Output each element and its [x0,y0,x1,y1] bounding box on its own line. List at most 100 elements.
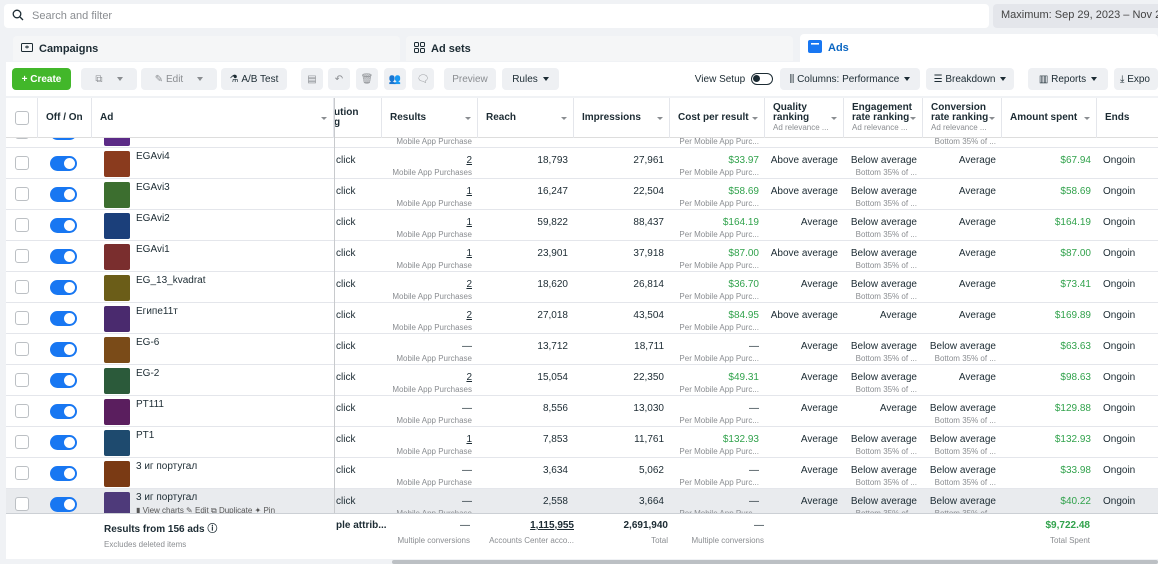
tab-adsets[interactable]: Ad sets [406,36,793,61]
delete-button[interactable]: 🗑 [356,68,378,90]
table-row[interactable]: PT1 click 1 Mobile App Purchase 7,853 11,761 $… [6,427,1158,458]
ad-name-cell[interactable]: EG-2 [104,365,334,396]
ad-name-cell[interactable]: EGAvi2 [104,210,334,241]
row-select[interactable] [6,489,38,513]
row-select[interactable] [6,458,38,489]
ad-name-cell[interactable]: 3 иг португал ▮ View charts ✎ Edit ⧉ Dupl… [104,489,334,513]
clipboard-button[interactable]: ▤ [301,68,323,90]
ab-test-button[interactable]: ⚗ A/B Test [221,68,287,90]
row-select[interactable] [6,148,38,179]
row-toggle[interactable] [38,334,92,365]
row-toggle[interactable] [38,489,92,513]
ad-name-cell[interactable]: EG-6 [104,334,334,365]
edit-link[interactable]: Edit [195,506,209,513]
ad-name[interactable]: Египе11т [136,306,178,317]
table-row[interactable]: EG_13_kvadrat click 2 Mobile App Purchases 1… [6,272,1158,303]
ad-name[interactable]: EGAvi3 [136,182,170,193]
audience-button[interactable]: 👥 [384,68,406,90]
col-engagement-ranking[interactable]: Engagement rate ranking Ad relevance ... [844,98,923,138]
col-conversion-ranking[interactable]: Conversion rate ranking Ad relevance ... [923,98,1002,138]
row-toggle[interactable] [38,210,92,241]
ad-name-cell[interactable]: PT111 [104,396,334,427]
comment-button[interactable]: 🗨 [412,68,434,90]
table-row[interactable]: EGAvi3 click 1 Mobile App Purchase 16,247 22,… [6,179,1158,210]
tab-ads[interactable]: Ads [800,34,1158,62]
horizontal-scrollbar[interactable] [392,560,1158,564]
date-range-picker[interactable]: Maximum: Sep 29, 2023 – Nov 26, 2023 [993,4,1158,28]
ad-name[interactable]: EGAvi4 [136,151,170,162]
columns-dropdown[interactable]: ⫼ Columns: Performance [780,68,920,90]
row-select[interactable] [6,272,38,303]
table-row[interactable]: EGAvi1 click 1 Mobile App Purchase 23,901 37,… [6,241,1158,272]
row-toggle[interactable] [38,148,92,179]
table-row[interactable]: PT111 click — Mobile App Purchase 8,556 13,03… [6,396,1158,427]
ad-name-cell[interactable]: EGAvi1 [104,241,334,272]
ad-name[interactable]: 3 иг португал [136,461,197,472]
search-input[interactable]: Search and filter [4,4,989,28]
ad-name-cell[interactable]: EGAvi5 [104,138,334,148]
col-off-on[interactable]: Off / On [38,98,92,138]
row-select[interactable] [6,179,38,210]
row-select[interactable] [6,241,38,272]
tab-campaigns[interactable]: Campaigns [13,36,400,61]
duplicate-button[interactable]: ⧉ [81,68,137,90]
ad-name[interactable]: 3 иг португал [136,492,197,503]
undo-button[interactable]: ↶ [328,68,350,90]
view-charts-link[interactable]: View charts [143,506,184,513]
table-row[interactable]: EGAvi2 click 1 Mobile App Purchase 59,822 88,… [6,210,1158,241]
table-row[interactable]: EGAvi4 click 2 Mobile App Purchases 18,793 27… [6,148,1158,179]
rules-button[interactable]: Rules [502,68,559,90]
row-toggle[interactable] [38,272,92,303]
row-toggle[interactable] [38,303,92,334]
view-setup-toggle[interactable]: View Setup [694,68,774,90]
row-select[interactable] [6,303,38,334]
col-impressions[interactable]: Impressions [574,98,670,138]
table-row[interactable]: 3 иг португал ▮ View charts ✎ Edit ⧉ Dupl… [6,489,1158,513]
select-all-checkbox[interactable] [6,98,38,138]
ad-name[interactable]: EG-6 [136,337,159,348]
row-toggle[interactable] [38,365,92,396]
breakdown-dropdown[interactable]: ☰ Breakdown [926,68,1014,90]
row-actions[interactable]: ▮ View charts ✎ Edit ⧉ Duplicate ✦ Pin [136,506,275,513]
edit-button[interactable]: ✎ Edit [141,68,217,90]
table-row[interactable]: Египе11т click 2 Mobile App Purchases 27,018… [6,303,1158,334]
row-select[interactable] [6,365,38,396]
table-row[interactable]: EGAvi5click Mobile App Purchase 7,4099,120… [6,138,1158,148]
ad-name-cell[interactable]: PT1 [104,427,334,458]
export-button[interactable]: ⤓ Expo [1114,68,1158,90]
row-toggle[interactable] [38,427,92,458]
ad-name[interactable]: PT1 [136,430,154,441]
duplicate-link[interactable]: Duplicate [219,506,252,513]
row-select[interactable] [6,334,38,365]
ad-name-cell[interactable]: EGAvi4 [104,148,334,179]
col-reach[interactable]: Reach [478,98,574,138]
col-attribution[interactable]: ution g [334,98,382,138]
row-select[interactable] [6,396,38,427]
row-toggle[interactable] [38,396,92,427]
row-toggle[interactable] [38,241,92,272]
create-button[interactable]: + Create [12,68,71,90]
table-row[interactable]: EG-6 click — Mobile App Purchase 13,712 18,71… [6,334,1158,365]
row-toggle[interactable] [38,458,92,489]
ad-name[interactable]: EGAvi1 [136,244,170,255]
reports-dropdown[interactable]: ▥ Reports [1028,68,1108,90]
col-cost-per-result[interactable]: Cost per result [670,98,765,138]
row-toggle[interactable] [38,179,92,210]
row-select[interactable] [6,210,38,241]
col-results[interactable]: Results [382,98,478,138]
ad-name-cell[interactable]: Египе11т [104,303,334,334]
ad-name[interactable]: EG_13_kvadrat [136,275,206,286]
row-toggle[interactable] [38,138,92,148]
col-ad[interactable]: Ad [92,98,334,138]
pin-link[interactable]: Pin [263,506,275,513]
ad-name[interactable]: PT111 [136,399,164,410]
col-ends[interactable]: Ends [1097,98,1158,138]
preview-button[interactable]: Preview [444,68,496,90]
table-row[interactable]: 3 иг португал click — Mobile App Purchase 3,… [6,458,1158,489]
table-row[interactable]: EG-2 click 2 Mobile App Purchases 15,054 22,3… [6,365,1158,396]
ad-name[interactable]: EGAvi2 [136,213,170,224]
ad-name-cell[interactable]: EGAvi3 [104,179,334,210]
ad-name-cell[interactable]: 3 иг португал [104,458,334,489]
col-amount-spent[interactable]: Amount spent [1002,98,1097,138]
row-select[interactable] [6,427,38,458]
